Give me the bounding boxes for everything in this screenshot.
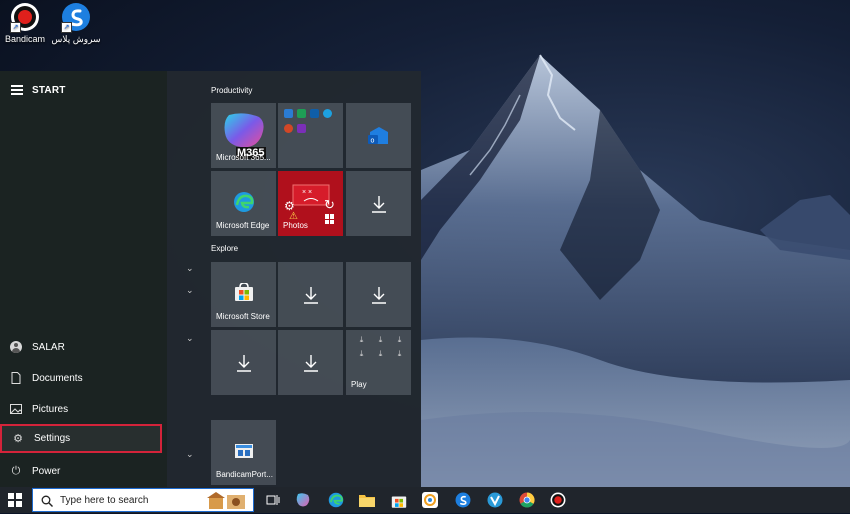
desktop-icon-label: سروش پلاس [51, 34, 101, 44]
nav-item-label: Documents [32, 372, 83, 384]
search-highlight-illustration-icon [205, 491, 249, 514]
nav-item-label: SALAR [32, 341, 65, 353]
tile-office-apps-folder[interactable] [278, 103, 343, 168]
tile-downloading[interactable] [346, 171, 411, 236]
download-arrow-icon: ⤓ [378, 349, 383, 358]
hamburger-menu-icon[interactable] [11, 83, 23, 98]
download-arrow-icon: ⤓ [359, 349, 364, 358]
tile-label: Play [351, 380, 367, 389]
search-icon [41, 494, 53, 507]
vivaldi-icon[interactable] [486, 491, 504, 509]
svg-text:× ×: × × [302, 189, 312, 196]
microsoft-365-icon [211, 103, 276, 176]
taskbar-search-box[interactable]: Type here to search [32, 488, 254, 512]
onenote-icon [297, 124, 306, 133]
tile-microsoft-store[interactable]: Microsoft Store [211, 262, 276, 327]
powerpoint-icon [284, 124, 293, 133]
nav-item-label: Pictures [32, 403, 69, 415]
tile-photos[interactable]: × × ⚙ ⚠ ↻ Photos [278, 171, 343, 236]
gear-icon: ⚙ [13, 433, 23, 445]
tile-outlook[interactable]: o [346, 103, 411, 168]
bandicam-icon[interactable] [549, 491, 567, 509]
download-arrow-icon [346, 262, 411, 327]
office-apps-grid [284, 109, 335, 133]
soroush-plus-icon: ↗ [61, 2, 91, 33]
download-arrow-icon: ⤓ [397, 349, 402, 358]
nav-item-power[interactable]: ⏻ Power [0, 456, 167, 486]
download-arrow-icon [278, 330, 343, 395]
svg-text:o: o [370, 137, 374, 144]
photos-icon[interactable] [421, 491, 439, 509]
user-avatar-icon [9, 340, 23, 354]
download-arrow-icon: ⤓ [378, 335, 383, 344]
download-arrow-icon [211, 330, 276, 395]
task-view-icon[interactable] [264, 491, 282, 509]
tile-downloading[interactable] [211, 330, 276, 395]
document-icon [9, 371, 23, 385]
tile-microsoft-365[interactable]: M365 Microsoft 365... [211, 103, 276, 168]
nav-item-user[interactable]: SALAR [0, 332, 167, 362]
tile-label: Microsoft 365... [216, 153, 271, 162]
picture-icon [9, 402, 23, 416]
start-header: START [0, 71, 167, 109]
tile-bandicam-portable[interactable]: BandicamPort... [211, 420, 276, 485]
group-label-productivity: Productivity [211, 86, 253, 95]
tile-label: Photos [283, 221, 308, 230]
file-explorer-icon[interactable] [358, 491, 376, 509]
start-menu: START SALAR Documents Pictures ⚙ Setting… [0, 71, 421, 487]
search-placeholder: Type here to search [60, 494, 149, 506]
chevron-down-icon[interactable]: ⌄ [186, 449, 194, 460]
refresh-icon: ↻ [324, 197, 335, 212]
taskbar: Type here to search [0, 487, 850, 513]
edge-icon [211, 171, 276, 256]
excel-icon [297, 109, 306, 118]
desktop-icon-soroush-plus[interactable]: ↗ سروش پلاس [50, 0, 102, 45]
tile-label: BandicamPort... [216, 470, 273, 479]
tile-label: Microsoft Store [216, 312, 270, 321]
copilot-icon[interactable] [294, 491, 312, 509]
outlook-icon: o [346, 103, 411, 168]
download-arrow-icon [346, 171, 411, 236]
desktop-icon-bandicam[interactable]: ↗ Bandicam [0, 0, 50, 44]
outlook-icon [310, 109, 319, 118]
word-icon [284, 109, 293, 118]
tile-play-folder[interactable]: ⤓ ⤓ ⤓ ⤓ ⤓ ⤓ Play [346, 330, 411, 395]
bandicam-record-icon: ↗ [10, 2, 40, 33]
tile-microsoft-edge[interactable]: Microsoft Edge [211, 171, 276, 236]
edge-icon[interactable] [327, 491, 345, 509]
download-arrow-icon: ⤓ [397, 335, 402, 344]
tile-label: Microsoft Edge [216, 221, 270, 230]
chevron-down-icon[interactable]: ⌄ [186, 285, 194, 296]
shortcut-arrow-icon: ↗ [61, 22, 72, 33]
start-nav-column: START SALAR Documents Pictures ⚙ Setting… [0, 71, 167, 487]
chevron-down-icon[interactable]: ⌄ [186, 333, 194, 344]
download-arrow-icon [278, 262, 343, 327]
tile-downloading[interactable] [346, 262, 411, 327]
shortcut-arrow-icon: ↗ [10, 22, 21, 33]
skype-icon [323, 109, 332, 118]
windows-start-button[interactable] [8, 493, 22, 507]
nav-item-pictures[interactable]: Pictures [0, 394, 167, 424]
chevron-down-icon[interactable]: ⌄ [186, 263, 194, 274]
nav-item-settings[interactable]: ⚙ Settings [0, 424, 162, 453]
soroush-icon[interactable] [454, 491, 472, 509]
power-icon: ⏻ [11, 464, 21, 477]
tile-downloading[interactable] [278, 262, 343, 327]
chrome-icon[interactable] [518, 491, 536, 509]
tile-downloading[interactable] [278, 330, 343, 395]
play-folder-grid: ⤓ ⤓ ⤓ ⤓ ⤓ ⤓ [352, 335, 409, 359]
download-arrow-icon: ⤓ [359, 335, 364, 344]
store-icon[interactable] [390, 491, 408, 509]
start-title: START [32, 84, 66, 96]
nav-item-documents[interactable]: Documents [0, 363, 167, 393]
nav-item-label: Settings [34, 433, 71, 444]
nav-item-label: Power [32, 465, 61, 477]
desktop-icon-label: Bandicam [4, 34, 46, 44]
